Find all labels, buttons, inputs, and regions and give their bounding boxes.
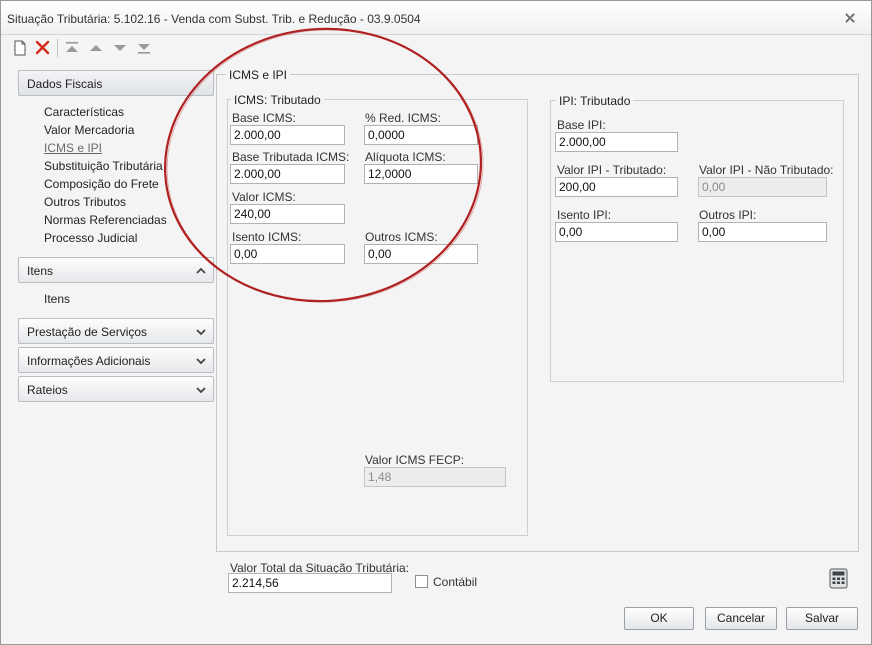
sidebar-item-outros-tributos[interactable]: Outros Tributos bbox=[44, 195, 126, 209]
valor-ipi-tributado-field[interactable]: 200,00 bbox=[555, 177, 678, 197]
calculator-icon[interactable] bbox=[828, 568, 849, 589]
valor-icms-fecp-label: Valor ICMS FECP: bbox=[365, 453, 465, 467]
isento-icms-label: Isento ICMS: bbox=[232, 230, 302, 244]
contabil-label[interactable]: Contábil bbox=[433, 575, 477, 589]
sidebar-header-rateios[interactable]: Rateios bbox=[18, 376, 214, 402]
ipi-group-title: IPI: Tributado bbox=[556, 94, 634, 108]
outros-ipi-field[interactable]: 0,00 bbox=[698, 222, 827, 242]
toolbar-separator bbox=[57, 39, 58, 57]
valor-total-field[interactable]: 2.214,56 bbox=[228, 573, 392, 593]
delete-icon[interactable] bbox=[33, 38, 53, 58]
valor-icms-label: Valor ICMS: bbox=[232, 190, 296, 204]
valor-ipi-nao-tributado-field: 0,00 bbox=[698, 177, 827, 197]
valor-icms-fecp-field: 1,48 bbox=[364, 467, 506, 487]
isento-ipi-field[interactable]: 0,00 bbox=[555, 222, 678, 242]
red-icms-field[interactable]: 0,0000 bbox=[364, 125, 478, 145]
sidebar-header-itens[interactable]: Itens bbox=[18, 257, 214, 283]
valor-ipi-nao-tributado-label: Valor IPI - Não Tributado: bbox=[699, 163, 834, 177]
contabil-checkbox[interactable] bbox=[415, 575, 428, 588]
outros-ipi-label: Outros IPI: bbox=[699, 208, 757, 222]
outros-icms-label: Outros ICMS: bbox=[365, 230, 438, 244]
chevron-down-icon bbox=[195, 355, 207, 367]
sidebar-item-processo-judicial[interactable]: Processo Judicial bbox=[44, 231, 137, 245]
outros-icms-field[interactable]: 0,00 bbox=[364, 244, 478, 264]
valor-ipi-tributado-label: Valor IPI - Tributado: bbox=[557, 163, 667, 177]
base-icms-field[interactable]: 2.000,00 bbox=[230, 125, 345, 145]
chevron-down-icon bbox=[195, 384, 207, 396]
toolbar bbox=[1, 35, 871, 61]
sidebar-item-substituicao-tributaria[interactable]: Substituição Tributária bbox=[44, 159, 163, 173]
isento-ipi-label: Isento IPI: bbox=[557, 208, 612, 222]
sidebar-header-label: Rateios bbox=[27, 383, 68, 397]
base-ipi-field[interactable]: 2.000,00 bbox=[555, 132, 678, 152]
title-bar: Situação Tributária: 5.102.16 - Venda co… bbox=[1, 1, 871, 35]
sidebar-item-icms-ipi[interactable]: ICMS e IPI bbox=[44, 141, 102, 155]
move-first-icon[interactable] bbox=[62, 38, 82, 58]
sidebar-header-label: Prestação de Serviços bbox=[27, 325, 148, 339]
move-up-icon[interactable] bbox=[86, 38, 106, 58]
red-icms-label: % Red. ICMS: bbox=[365, 111, 442, 125]
chevron-up-icon bbox=[195, 265, 207, 277]
sidebar-item-itens[interactable]: Itens bbox=[44, 292, 70, 306]
sidebar-header-informacoes-adicionais[interactable]: Informações Adicionais bbox=[18, 347, 214, 373]
dialog-window: Situação Tributária: 5.102.16 - Venda co… bbox=[0, 0, 872, 645]
valor-icms-field[interactable]: 240,00 bbox=[230, 204, 345, 224]
cancel-button[interactable]: Cancelar bbox=[705, 607, 777, 630]
base-tributada-icms-label: Base Tributada ICMS: bbox=[232, 150, 350, 164]
sidebar-item-valor-mercadoria[interactable]: Valor Mercadoria bbox=[44, 123, 134, 137]
sidebar-header-label: Informações Adicionais bbox=[27, 354, 151, 368]
icms-group-title: ICMS: Tributado bbox=[231, 93, 324, 107]
ok-button[interactable]: OK bbox=[624, 607, 694, 630]
new-document-icon[interactable] bbox=[10, 38, 30, 58]
isento-icms-field[interactable]: 0,00 bbox=[230, 244, 345, 264]
aliquota-icms-label: Alíquota ICMS: bbox=[365, 150, 446, 164]
sidebar-header-label: Dados Fiscais bbox=[27, 77, 103, 91]
close-icon[interactable] bbox=[839, 8, 861, 28]
chevron-down-icon bbox=[195, 326, 207, 338]
sidebar-header-label: Itens bbox=[27, 264, 54, 278]
sidebar-header-prestacao-servicos[interactable]: Prestação de Serviços bbox=[18, 318, 214, 344]
base-tributada-icms-field[interactable]: 2.000,00 bbox=[230, 164, 345, 184]
move-last-icon[interactable] bbox=[134, 38, 154, 58]
base-icms-label: Base ICMS: bbox=[232, 111, 297, 125]
base-ipi-label: Base IPI: bbox=[557, 118, 606, 132]
sidebar-header-dados-fiscais[interactable]: Dados Fiscais bbox=[18, 70, 214, 96]
sidebar-item-caracteristicas[interactable]: Características bbox=[44, 105, 124, 119]
aliquota-icms-field[interactable]: 12,0000 bbox=[364, 164, 478, 184]
sidebar-item-normas-referenciadas[interactable]: Normas Referenciadas bbox=[44, 213, 167, 227]
panel-title: ICMS e IPI bbox=[226, 68, 291, 82]
move-down-icon[interactable] bbox=[110, 38, 130, 58]
save-button[interactable]: Salvar bbox=[786, 607, 858, 630]
window-title: Situação Tributária: 5.102.16 - Venda co… bbox=[7, 12, 421, 26]
sidebar-item-composicao-frete[interactable]: Composição do Frete bbox=[44, 177, 159, 191]
